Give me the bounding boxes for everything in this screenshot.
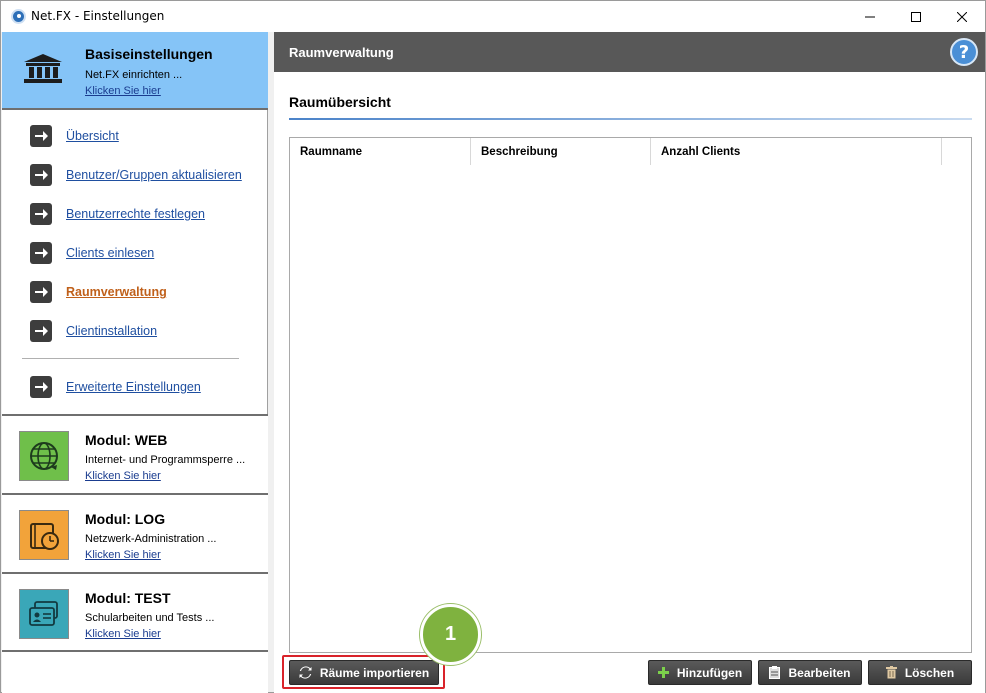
close-icon	[957, 11, 967, 22]
nav-item-uebersicht[interactable]: Übersicht	[30, 124, 119, 148]
basis-subtitle: Net.FX einrichten ...	[85, 69, 183, 81]
column-header-raumname[interactable]: Raumname	[290, 138, 471, 165]
basis-section[interactable]: Basiseinstellungen Net.FX einrichten ...…	[2, 32, 268, 110]
nav-label[interactable]: Übersicht	[66, 129, 119, 143]
section-title: Raumübersicht	[289, 94, 391, 110]
nav-label[interactable]: Benutzer/Gruppen aktualisieren	[66, 168, 242, 182]
section-underline	[289, 118, 972, 120]
maximize-button[interactable]	[893, 1, 939, 32]
module-link[interactable]: Klicken Sie hier	[85, 549, 161, 561]
sidebar-empty-area	[2, 650, 268, 693]
add-label: Hinzufügen	[676, 665, 743, 680]
nav-label[interactable]: Erweiterte Einstellungen	[66, 380, 201, 394]
window-title: Net.FX - Einstellungen	[31, 9, 165, 23]
module-link[interactable]: Klicken Sie hier	[85, 470, 161, 482]
basis-title: Basiseinstellungen	[85, 46, 213, 62]
module-title: Modul: LOG	[85, 511, 166, 527]
nav-divider	[22, 358, 239, 359]
nav-item-clients-einlesen[interactable]: Clients einlesen	[30, 241, 154, 265]
module-web[interactable]: Modul: WEB Internet- und Programmsperre …	[2, 414, 268, 493]
app-icon	[11, 9, 26, 24]
globe-icon	[19, 431, 69, 481]
clipboard-icon	[769, 666, 781, 679]
main-panel: Raumverwaltung ? Raumübersicht Raumname …	[274, 32, 985, 693]
module-subtitle: Schularbeiten und Tests ...	[85, 612, 215, 624]
module-title: Modul: TEST	[85, 590, 171, 606]
arrow-right-icon	[30, 320, 52, 342]
close-button[interactable]	[939, 1, 985, 32]
column-header-filler	[942, 138, 971, 165]
nav-item-benutzer-gruppen[interactable]: Benutzer/Gruppen aktualisieren	[30, 163, 242, 187]
edit-label: Bearbeiten	[788, 665, 851, 680]
rooms-table[interactable]: Raumname Beschreibung Anzahl Clients	[289, 137, 972, 653]
main-header: Raumverwaltung ?	[274, 32, 985, 72]
nav-label-active[interactable]: Raumverwaltung	[66, 285, 167, 299]
arrow-right-icon	[30, 242, 52, 264]
arrow-right-icon	[30, 281, 52, 303]
module-test[interactable]: Modul: TEST Schularbeiten und Tests ... …	[2, 572, 268, 651]
arrow-right-icon	[30, 164, 52, 186]
maximize-icon	[911, 11, 921, 22]
sidebar-nav: Übersicht Benutzer/Gruppen aktualisieren…	[2, 112, 268, 414]
column-header-beschreibung[interactable]: Beschreibung	[471, 138, 651, 165]
arrow-right-icon	[30, 125, 52, 147]
import-highlight-frame	[282, 655, 445, 689]
add-button[interactable]: Hinzufügen	[648, 660, 752, 685]
minimize-button[interactable]	[847, 1, 893, 32]
sidebar: Basiseinstellungen Net.FX einrichten ...…	[2, 32, 268, 693]
column-header-anzahl-clients[interactable]: Anzahl Clients	[651, 138, 942, 165]
title-bar: Net.FX - Einstellungen	[1, 1, 985, 32]
bank-icon	[24, 54, 62, 83]
basis-link[interactable]: Klicken Sie hier	[85, 85, 161, 97]
nav-item-erweiterte-einstellungen[interactable]: Erweiterte Einstellungen	[30, 375, 201, 399]
help-icon[interactable]: ?	[950, 38, 978, 66]
exam-cards-icon	[19, 589, 69, 639]
edit-button[interactable]: Bearbeiten	[758, 660, 862, 685]
trash-icon	[885, 666, 897, 679]
delete-label: Löschen	[904, 665, 955, 680]
module-subtitle: Internet- und Programmsperre ...	[85, 454, 246, 466]
minimize-icon	[865, 16, 875, 17]
arrow-right-icon	[30, 203, 52, 225]
nav-item-raumverwaltung[interactable]: Raumverwaltung	[30, 280, 167, 304]
step-callout: 1	[420, 604, 481, 665]
nav-label[interactable]: Clientinstallation	[66, 324, 157, 338]
settings-window: Net.FX - Einstellungen Basiseinstellunge…	[0, 0, 986, 693]
module-title: Modul: WEB	[85, 432, 168, 448]
page-title: Raumverwaltung	[289, 45, 394, 60]
nav-label[interactable]: Clients einlesen	[66, 246, 154, 260]
module-link[interactable]: Klicken Sie hier	[85, 628, 161, 640]
nav-label[interactable]: Benutzerrechte festlegen	[66, 207, 205, 221]
clock-folder-icon	[19, 510, 69, 560]
nav-item-benutzerrechte[interactable]: Benutzerrechte festlegen	[30, 202, 205, 226]
arrow-right-icon	[30, 376, 52, 398]
plus-icon	[657, 667, 669, 678]
module-subtitle: Netzwerk-Administration ...	[85, 533, 217, 545]
module-log[interactable]: Modul: LOG Netzwerk-Administration ... K…	[2, 493, 268, 572]
nav-item-clientinstallation[interactable]: Clientinstallation	[30, 319, 157, 343]
delete-button[interactable]: Löschen	[868, 660, 972, 685]
